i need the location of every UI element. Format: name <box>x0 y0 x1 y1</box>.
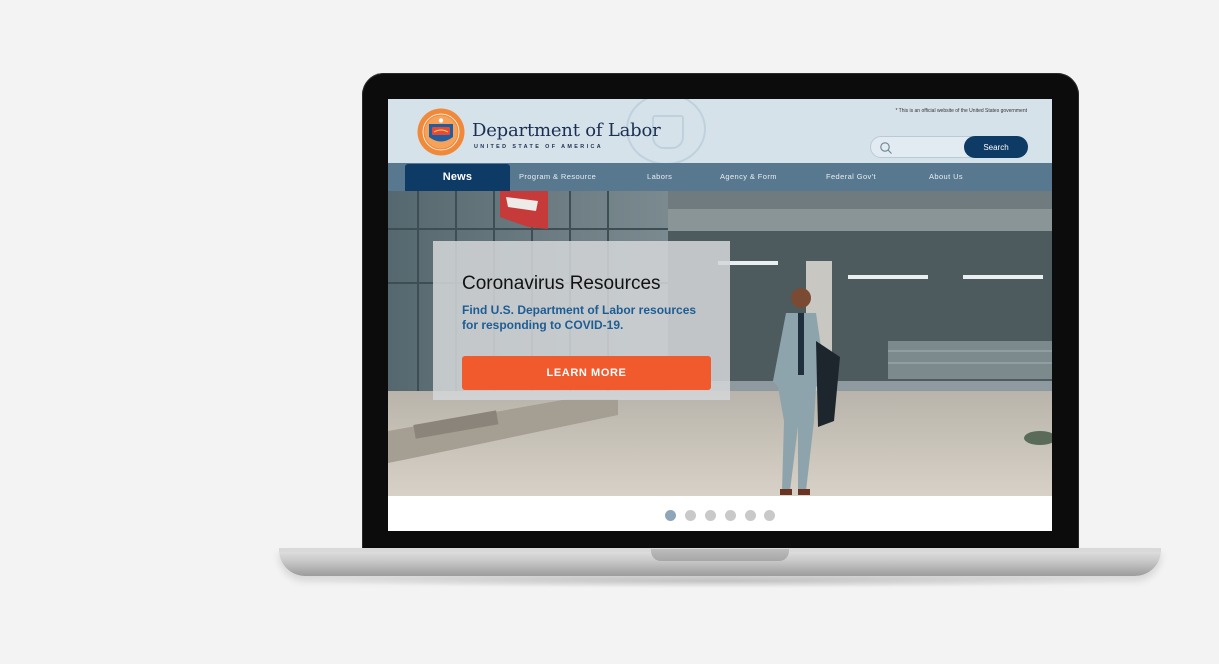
site-header: Department of Labor UNITED STATE OF AMER… <box>388 99 1052 165</box>
nav-item-agency-form[interactable]: Agency & Form <box>720 163 777 191</box>
hero-description: Find U.S. Department of Labor resources … <box>462 303 697 332</box>
laptop-notch <box>651 549 789 561</box>
nav-item-about-us[interactable]: About Us <box>929 163 963 191</box>
nav-item-federal-govt[interactable]: Federal Gov't <box>826 163 876 191</box>
learn-more-button[interactable]: LEARN MORE <box>462 356 711 390</box>
brand-subtitle: UNITED STATE OF AMERICA <box>474 144 604 150</box>
carousel-dots <box>388 510 1052 522</box>
nav-item-labors[interactable]: Labors <box>647 163 672 191</box>
carousel-dot-5[interactable] <box>745 510 756 521</box>
brand-title[interactable]: Department of Labor <box>472 120 661 141</box>
laptop-shadow <box>300 574 1140 588</box>
carousel-dot-1[interactable] <box>665 510 676 521</box>
hero-title: Coronavirus Resources <box>462 273 661 294</box>
hero-card: Coronavirus Resources Find U.S. Departme… <box>433 241 730 400</box>
search-input[interactable] <box>897 140 961 156</box>
nav-item-program-resource[interactable]: Program & Resource <box>519 163 596 191</box>
main-navigation: News Program & Resource Labors Agency & … <box>388 163 1052 191</box>
carousel-dot-2[interactable] <box>685 510 696 521</box>
carousel-dot-6[interactable] <box>764 510 775 521</box>
laptop-screen: Department of Labor UNITED STATE OF AMER… <box>388 99 1052 531</box>
carousel-dot-4[interactable] <box>725 510 736 521</box>
department-seal-logo[interactable] <box>417 108 465 156</box>
nav-item-news[interactable]: News <box>405 164 510 191</box>
hero-banner: Coronavirus Resources Find U.S. Departme… <box>388 191 1052 496</box>
search-button[interactable]: Search <box>964 136 1028 158</box>
carousel-dot-3[interactable] <box>705 510 716 521</box>
search-icon <box>880 142 892 154</box>
official-website-notice: * This is an official website of the Uni… <box>895 108 1027 114</box>
